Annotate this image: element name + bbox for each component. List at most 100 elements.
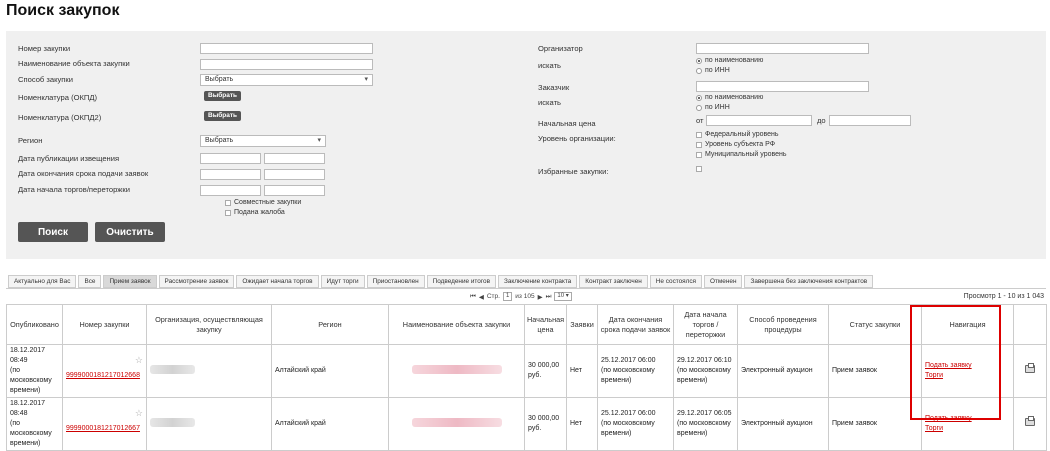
trade-link[interactable]: Торги — [925, 425, 943, 432]
label-start-price: Начальная цена — [538, 119, 596, 128]
pager: ⏮ ◀ Стр. 1 из 105 ▶ ⏭ 10 ▾ — [470, 292, 572, 301]
chevron-down-icon: ▾ — [364, 76, 368, 83]
level-subject-label: Уровень субъекта РФ — [705, 141, 776, 148]
organizer-by-name-radio[interactable]: по наименованию — [696, 57, 763, 64]
tab-failed[interactable]: Не состоялся — [649, 275, 703, 288]
okpd2-pick-button[interactable]: Выбрать — [204, 111, 242, 121]
cell-method: Электронный аукцион — [737, 397, 829, 451]
auction-date-from[interactable] — [200, 185, 261, 196]
label-customer-search-by: искать — [538, 98, 562, 107]
region-select[interactable]: Выбрать ▾ — [200, 135, 326, 147]
by-name-label: по наименованию — [705, 57, 764, 64]
printer-icon[interactable] — [1025, 416, 1035, 426]
tab-auction-running[interactable]: Идут торги — [320, 275, 365, 288]
deadline-note: (по московскому времени) — [601, 367, 655, 384]
tab-completed-no-contract[interactable]: Завершена без заключения контрактов — [744, 275, 874, 288]
object-name-input[interactable] — [200, 59, 373, 70]
first-page-icon[interactable]: ⏮ — [470, 293, 476, 301]
cell-navigation: Подать заявку Торги — [921, 344, 1014, 398]
checkbox-box — [225, 209, 231, 216]
chevron-down-icon: ▾ — [317, 137, 321, 144]
customer-input[interactable] — [696, 81, 869, 92]
price-to-input[interactable] — [829, 115, 911, 126]
joint-purchases-label: Совместные закупки — [234, 199, 302, 206]
favorites-checkbox[interactable] — [696, 166, 702, 172]
joint-purchases-checkbox[interactable]: Совместные закупки — [225, 199, 301, 206]
tab-cancelled[interactable]: Отменен — [704, 275, 743, 288]
deadline-time: 25.12.2017 06:00 — [601, 357, 656, 364]
deadline-date-from[interactable] — [200, 169, 261, 180]
col-deadline: Дата окончания срока подачи заявок — [597, 304, 674, 345]
prev-page-icon[interactable]: ◀ — [479, 293, 484, 301]
auction-date-to[interactable] — [264, 185, 325, 196]
trade-link[interactable]: Торги — [925, 372, 943, 379]
auction-start-note: (по московскому времени) — [677, 367, 731, 384]
method-select[interactable]: Выбрать ▾ — [200, 74, 373, 86]
tab-suspended[interactable]: Приостановлен — [366, 275, 425, 288]
publication-date-from[interactable] — [200, 153, 261, 164]
level-subject-checkbox[interactable]: Уровень субъекта РФ — [696, 141, 775, 148]
next-page-icon[interactable]: ▶ — [538, 293, 543, 301]
organizer-input[interactable] — [696, 43, 869, 54]
purchase-number-link[interactable]: 9999000181217012667 — [66, 425, 140, 432]
cell-deadline: 25.12.2017 06:00 (по московскому времени) — [597, 397, 674, 451]
deadline-time: 25.12.2017 06:00 — [601, 410, 656, 417]
method-select-value: Выбрать — [205, 76, 234, 83]
radio-dot — [696, 57, 702, 64]
tab-contract-signed[interactable]: Контракт заключен — [579, 275, 648, 288]
radio-dot — [696, 104, 702, 111]
clear-button[interactable]: Очистить — [95, 222, 165, 242]
cell-auction-start: 29.12.2017 06:05 (по московскому времени) — [673, 397, 738, 451]
tab-accepting-bids[interactable]: Прием заявок — [103, 275, 157, 288]
deadline-date-to[interactable] — [264, 169, 325, 180]
tab-results[interactable]: Подведение итогов — [426, 275, 496, 288]
tab-awaiting-auction[interactable]: Ожидает начала торгов — [236, 275, 319, 288]
printer-icon[interactable] — [1025, 363, 1035, 373]
tab-all[interactable]: Все — [78, 275, 102, 288]
publication-date-to[interactable] — [264, 153, 325, 164]
label-org-level: Уровень организации: — [538, 134, 616, 143]
last-page-icon[interactable]: ⏭ — [546, 293, 552, 301]
per-page-select[interactable]: 10 ▾ — [554, 292, 572, 301]
col-bids: Заявки — [566, 304, 598, 345]
auction-start-time: 29.12.2017 06:10 — [677, 357, 732, 364]
cell-bids: Нет — [566, 397, 598, 451]
complaint-label: Подана жалоба — [234, 209, 285, 216]
tab-reviewing[interactable]: Рассмотрение заявок — [158, 275, 235, 288]
by-inn-label: по ИНН — [705, 104, 730, 111]
favorite-star-icon[interactable]: ☆ — [135, 408, 143, 418]
favorite-star-icon[interactable]: ☆ — [135, 355, 143, 365]
label-favorites: Избранные закупки: — [538, 167, 609, 176]
cell-published: 18.12.2017 08:49 (по московскому времени) — [6, 344, 63, 398]
checkbox-box — [696, 151, 702, 158]
okpd-pick-button[interactable]: Выбрать — [204, 91, 242, 101]
level-federal-checkbox[interactable]: Федеральный уровень — [696, 131, 779, 138]
cell-price: 30 000,00 руб. — [524, 344, 567, 398]
customer-by-name-radio[interactable]: по наименованию — [696, 94, 763, 101]
redacted-organization — [150, 364, 195, 374]
search-form: Номер закупки Наименование объекта закуп… — [6, 31, 1046, 259]
tab-divider — [6, 288, 1046, 289]
customer-by-inn-radio[interactable]: по ИНН — [696, 104, 730, 111]
radio-dot — [696, 67, 702, 74]
by-name-label: по наименованию — [705, 94, 764, 101]
tab-relevant[interactable]: Актуально для Вас — [8, 275, 77, 288]
submit-bid-link[interactable]: Подать заявку — [925, 362, 972, 369]
cell-object-name — [388, 397, 525, 451]
cell-deadline: 25.12.2017 06:00 (по московскому времени) — [597, 344, 674, 398]
page-label: Стр. — [486, 293, 500, 300]
organizer-by-inn-radio[interactable]: по ИНН — [696, 67, 730, 74]
checkbox-box — [696, 166, 702, 172]
search-button[interactable]: Поиск — [18, 222, 88, 242]
purchase-number-input[interactable] — [200, 43, 373, 54]
tab-contracting[interactable]: Заключение контракта — [497, 275, 578, 288]
price-from-input[interactable] — [706, 115, 812, 126]
published-time: 18.12.2017 08:49 — [10, 347, 46, 364]
cell-navigation: Подать заявку Торги — [921, 397, 1014, 451]
complaint-checkbox[interactable]: Подана жалоба — [225, 209, 285, 216]
purchase-number-link[interactable]: 9999000181217012668 — [66, 372, 140, 379]
page-input[interactable]: 1 — [502, 292, 513, 301]
status-tabs: Актуально для Вас Все Прием заявок Рассм… — [8, 275, 875, 288]
published-note: (по московскому времени) — [10, 367, 52, 394]
level-municipal-checkbox[interactable]: Муниципальный уровень — [696, 151, 787, 158]
